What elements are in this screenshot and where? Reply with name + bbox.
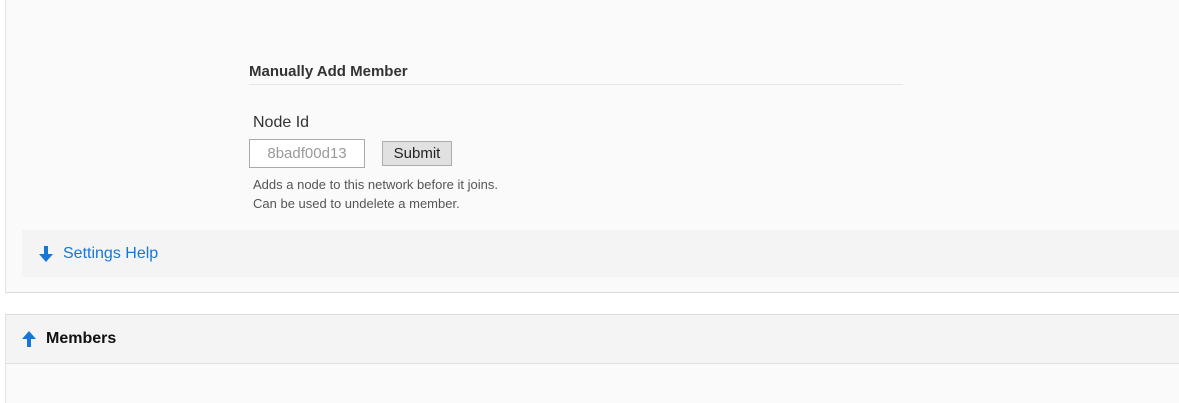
submit-button[interactable]: Submit (382, 141, 452, 166)
members-heading: Members (46, 330, 117, 347)
settings-help-toggle[interactable]: Settings Help (22, 230, 1179, 277)
members-toggle[interactable]: Members (6, 315, 1179, 364)
manual-add-member-section: Manually Add Member Node Id Submit Adds … (249, 63, 903, 211)
node-id-label: Node Id (253, 114, 310, 131)
help-text-line: Adds a node to this network before it jo… (253, 177, 498, 192)
page: Manually Add Member Node Id Submit Adds … (0, 0, 1179, 403)
node-id-input[interactable] (249, 139, 365, 168)
node-id-help-text: Adds a node to this network before it jo… (253, 175, 498, 213)
members-panel: Members (5, 314, 1179, 403)
settings-help-link[interactable]: Settings Help (63, 245, 158, 263)
arrow-up-icon (22, 331, 36, 347)
help-text-line: Can be used to undelete a member. (253, 196, 460, 211)
manual-add-member-title: Manually Add Member (249, 63, 903, 85)
arrow-down-icon (39, 245, 53, 262)
settings-panel: Manually Add Member Node Id Submit Adds … (5, 0, 1179, 293)
